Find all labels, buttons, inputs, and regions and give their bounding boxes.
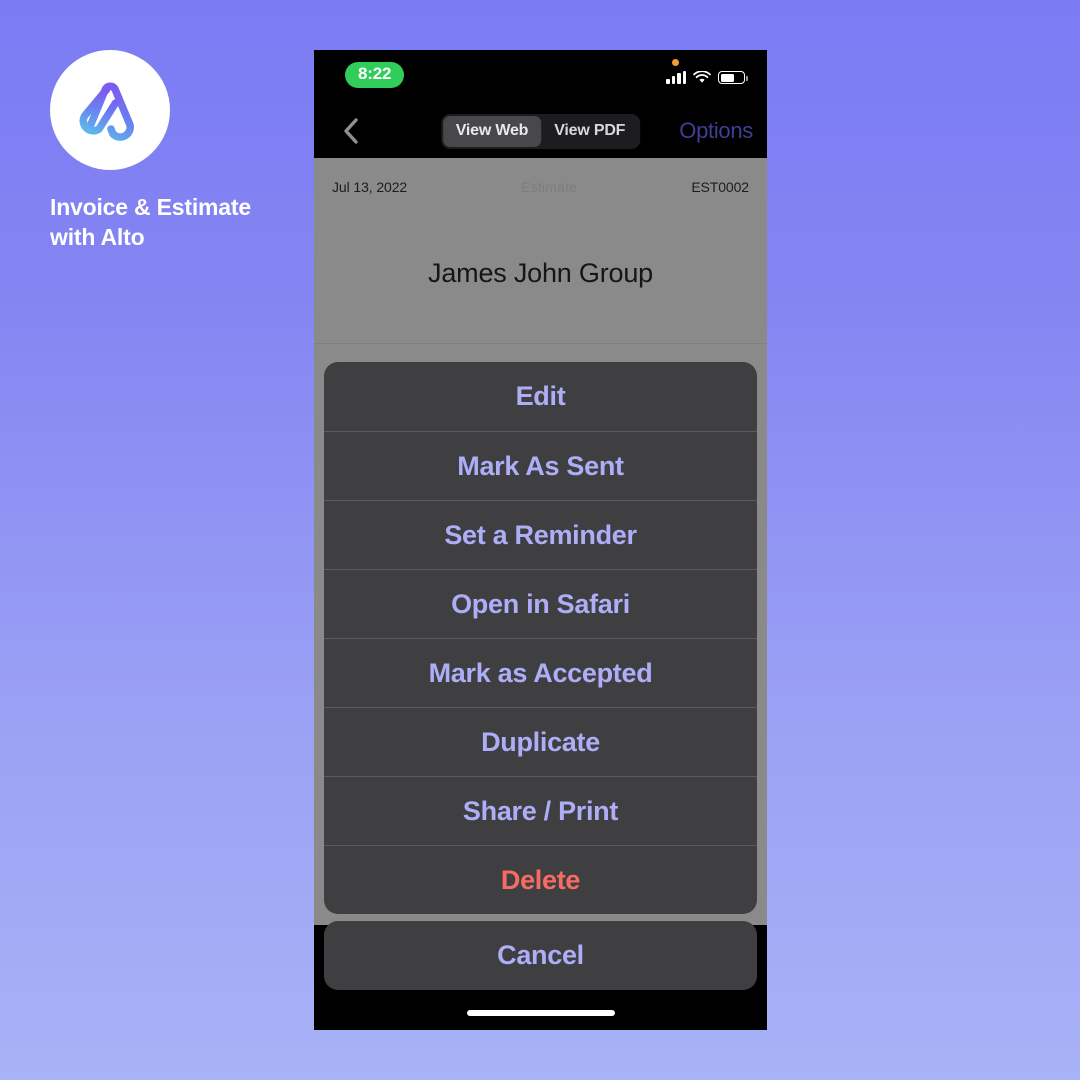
app-logo (50, 50, 170, 170)
action-sheet-item-mark-as-sent[interactable]: Mark As Sent (324, 431, 757, 500)
segment-view-pdf[interactable]: View PDF (541, 116, 638, 147)
action-sheet-item-mark-as-accepted[interactable]: Mark as Accepted (324, 638, 757, 707)
document-company-name: James John Group (428, 258, 653, 288)
chevron-left-icon (343, 118, 358, 144)
recording-indicator-icon (672, 59, 679, 66)
document-header: Jul 13, 2022 Estimate EST0002 (314, 158, 767, 216)
app-name: Invoice & Estimate with Alto (50, 194, 251, 251)
alto-a-logo-icon (79, 82, 134, 141)
action-sheet-item-open-in-safari[interactable]: Open in Safari (324, 569, 757, 638)
segment-view-web[interactable]: View Web (442, 116, 542, 147)
document-divider (314, 343, 767, 344)
action-sheet-item-delete[interactable]: Delete (324, 845, 757, 914)
battery-icon (718, 71, 748, 84)
action-sheet-item-duplicate[interactable]: Duplicate (324, 707, 757, 776)
status-time-pill: 8:22 (345, 62, 405, 88)
action-sheet-item-share-print[interactable]: Share / Print (324, 776, 757, 845)
home-indicator[interactable] (466, 1010, 615, 1016)
brand-block: Invoice & Estimate with Alto (50, 50, 290, 253)
action-sheet: Edit Mark As Sent Set a Reminder Open in… (324, 362, 757, 914)
document-date: Jul 13, 2022 (332, 179, 408, 195)
wifi-icon (693, 71, 711, 83)
view-mode-segmented-control[interactable]: View Web View PDF (440, 114, 641, 149)
status-bar: 8:22 (314, 50, 767, 104)
signal-bars-icon (666, 71, 686, 84)
options-button[interactable]: Options (679, 118, 753, 144)
action-sheet-item-set-a-reminder[interactable]: Set a Reminder (324, 500, 757, 569)
back-button[interactable] (334, 115, 366, 147)
nav-bar: View Web View PDF Options (314, 104, 767, 158)
document-type: Estimate (521, 179, 578, 195)
action-sheet-cancel-button[interactable]: Cancel (324, 921, 757, 990)
document-number: EST0002 (691, 179, 749, 195)
action-sheet-item-edit[interactable]: Edit (324, 362, 757, 431)
status-icons (666, 71, 748, 84)
phone-frame: 8:22 View Web View PDF Options Jul 13, 2 (314, 50, 767, 1030)
